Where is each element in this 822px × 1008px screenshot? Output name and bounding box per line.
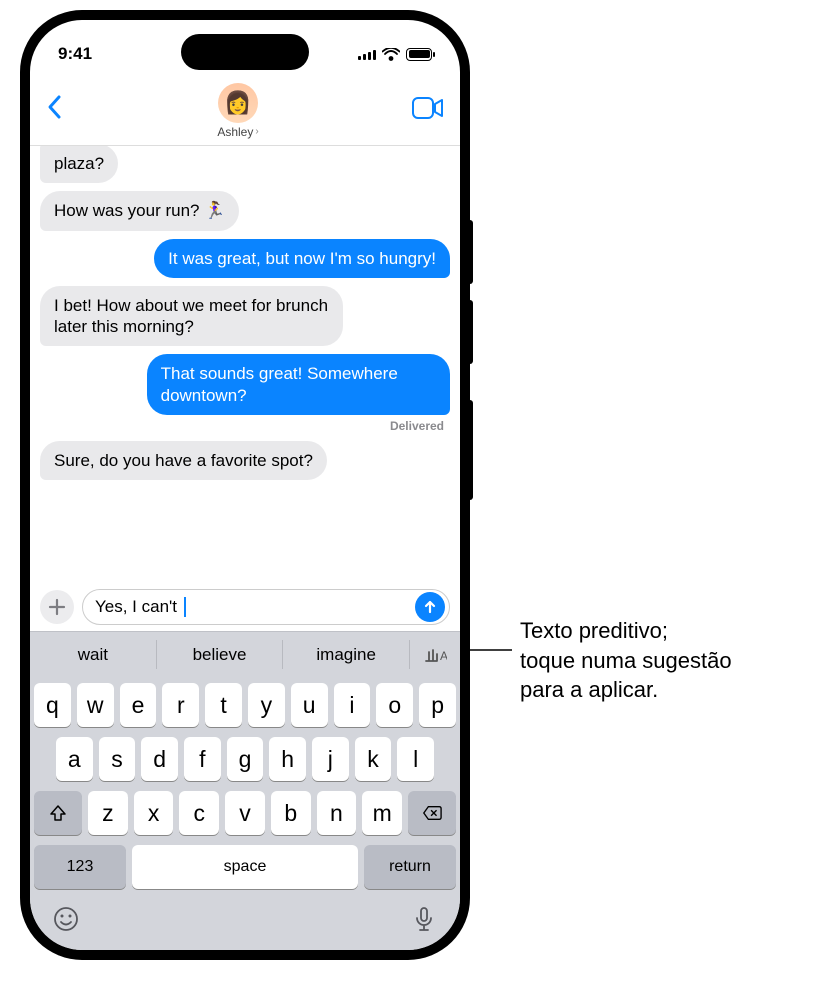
callout-line-1: Texto preditivo; (520, 618, 668, 643)
predictive-bar: wait believe imagine A (30, 631, 460, 677)
numbers-key[interactable]: 123 (34, 845, 126, 889)
callout-text: Texto preditivo; toque numa sugestão par… (520, 616, 800, 705)
keyboard: q w e r t y u i o p a s d f g h (30, 677, 460, 950)
key-p[interactable]: p (419, 683, 456, 727)
key-n[interactable]: n (317, 791, 357, 835)
message-outgoing[interactable]: That sounds great! Somewhere downtown? (147, 354, 450, 415)
suggestion-1[interactable]: wait (30, 632, 156, 677)
key-c[interactable]: c (179, 791, 219, 835)
key-a[interactable]: a (56, 737, 93, 781)
key-r[interactable]: r (162, 683, 199, 727)
callout-line-3: para a aplicar. (520, 677, 658, 702)
key-f[interactable]: f (184, 737, 221, 781)
contact-button[interactable]: 👩 Ashley› (217, 83, 258, 139)
key-v[interactable]: v (225, 791, 265, 835)
key-x[interactable]: x (134, 791, 174, 835)
key-m[interactable]: m (362, 791, 402, 835)
status-time: 9:41 (58, 44, 92, 64)
return-key[interactable]: return (364, 845, 456, 889)
key-d[interactable]: d (141, 737, 178, 781)
volume-up-button (467, 220, 473, 284)
wifi-icon (382, 48, 400, 61)
text-cursor (184, 597, 186, 617)
message-input-text: Yes, I can't (95, 597, 182, 616)
key-s[interactable]: s (99, 737, 136, 781)
key-y[interactable]: y (248, 683, 285, 727)
avatar: 👩 (218, 83, 258, 123)
message-incoming[interactable]: Sure, do you have a favorite spot? (40, 441, 327, 480)
message-incoming[interactable]: plaza? (40, 146, 118, 183)
sticker-suggestion-button[interactable]: A (410, 632, 460, 677)
callout-line-2: toque numa sugestão (520, 648, 732, 673)
contact-name: Ashley (217, 125, 253, 139)
message-input[interactable]: Yes, I can't (82, 589, 450, 625)
emoji-button[interactable] (52, 905, 80, 938)
delivered-label: Delivered (390, 419, 450, 433)
key-row-2: a s d f g h j k l (34, 737, 456, 781)
message-incoming[interactable]: How was your run? 🏃‍♀️ (40, 191, 239, 230)
cellular-icon (358, 48, 376, 60)
key-row-3: z x c v b n m (34, 791, 456, 835)
key-row-1: q w e r t y u i o p (34, 683, 456, 727)
phone-frame: 9:41 👩 Ashley› (20, 10, 470, 960)
svg-text:A: A (440, 649, 447, 663)
key-t[interactable]: t (205, 683, 242, 727)
key-row-4: 123 space return (34, 845, 456, 889)
key-q[interactable]: q (34, 683, 71, 727)
key-u[interactable]: u (291, 683, 328, 727)
key-g[interactable]: g (227, 737, 264, 781)
battery-icon (406, 48, 432, 61)
shift-key[interactable] (34, 791, 82, 835)
conversation-header: 👩 Ashley› (30, 76, 460, 146)
chevron-right-icon: › (255, 126, 258, 137)
back-button[interactable] (46, 94, 64, 127)
message-outgoing[interactable]: It was great, but now I'm so hungry! (154, 239, 450, 278)
power-button (467, 400, 473, 500)
message-list[interactable]: plaza? How was your run? 🏃‍♀️ It was gre… (30, 146, 460, 585)
dictation-button[interactable] (410, 905, 438, 938)
key-w[interactable]: w (77, 683, 114, 727)
key-o[interactable]: o (376, 683, 413, 727)
backspace-key[interactable] (408, 791, 456, 835)
message-incoming[interactable]: I bet! How about we meet for brunch late… (40, 286, 343, 347)
suggestion-2[interactable]: believe (157, 632, 283, 677)
suggestion-3[interactable]: imagine (283, 632, 409, 677)
dynamic-island (181, 34, 309, 70)
key-l[interactable]: l (397, 737, 434, 781)
apps-button[interactable] (40, 590, 74, 624)
callout-leader (462, 625, 520, 685)
key-e[interactable]: e (120, 683, 157, 727)
key-i[interactable]: i (334, 683, 371, 727)
key-k[interactable]: k (355, 737, 392, 781)
space-key[interactable]: space (132, 845, 358, 889)
key-z[interactable]: z (88, 791, 128, 835)
facetime-button[interactable] (412, 97, 444, 124)
keyboard-bottom-row (34, 899, 456, 948)
key-j[interactable]: j (312, 737, 349, 781)
key-h[interactable]: h (269, 737, 306, 781)
compose-row: Yes, I can't (30, 585, 460, 631)
key-b[interactable]: b (271, 791, 311, 835)
send-button[interactable] (415, 592, 445, 622)
volume-down-button (467, 300, 473, 364)
